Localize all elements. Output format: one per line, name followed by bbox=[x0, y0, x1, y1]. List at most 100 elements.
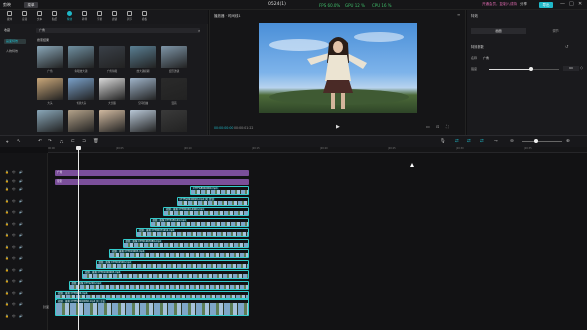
lock-icon[interactable]: 🔒 bbox=[5, 245, 9, 249]
toolbar-item[interactable]: 滤镜 bbox=[108, 11, 121, 21]
toolbar-item[interactable]: 媒体 bbox=[3, 11, 16, 21]
split-icon[interactable]: ⎍ bbox=[60, 139, 63, 145]
pointer-icon[interactable]: ↖ bbox=[17, 139, 21, 144]
visibility-icon[interactable]: 👁 bbox=[12, 245, 16, 249]
overlay-clip[interactable]: 视频 · 抠像 CTT002500.mp4 bbox=[95, 259, 249, 269]
toolbar-item[interactable]: 转场 bbox=[78, 11, 91, 21]
toolbar-item[interactable]: 模板 bbox=[138, 11, 151, 21]
zoom-slider-knob[interactable] bbox=[534, 139, 538, 143]
visibility-icon[interactable]: 👁 bbox=[12, 279, 16, 283]
intensity-slider-knob[interactable] bbox=[529, 67, 533, 71]
effect-thumb[interactable] bbox=[99, 110, 125, 137]
playhead-handle[interactable] bbox=[76, 146, 81, 150]
effect-thumb[interactable]: 大长腿 bbox=[99, 78, 125, 105]
visibility-icon[interactable]: 👁 bbox=[12, 268, 16, 272]
undo-icon[interactable]: ↶ bbox=[38, 139, 42, 144]
effect-thumb[interactable]: 卡通大头 bbox=[68, 78, 94, 105]
toolbar-item[interactable]: 音频 bbox=[18, 11, 31, 21]
toolbar-item[interactable]: 调节 bbox=[123, 11, 136, 21]
search-input[interactable]: 广角 bbox=[36, 28, 200, 33]
mic-icon[interactable]: 🎙 bbox=[440, 139, 446, 144]
effect-thumb[interactable] bbox=[161, 110, 187, 137]
overlay-clip[interactable]: 视频 · 抠像 CTT019003.mp4 bbox=[109, 249, 249, 258]
overlay-clip[interactable]: 视频 · 抠像 CTT3450-64.mp4 bbox=[149, 217, 249, 227]
lock-icon[interactable]: 🔒 bbox=[5, 187, 9, 191]
effect-thumb[interactable]: 空间扭曲 bbox=[130, 78, 156, 105]
audio-icon[interactable]: 🔊 bbox=[19, 245, 23, 249]
visibility-icon[interactable]: 👁 bbox=[12, 210, 16, 214]
effect-thumb[interactable]: 广角 bbox=[37, 46, 63, 73]
crop-icon[interactable]: ⊡ bbox=[436, 124, 439, 129]
overlay-clip[interactable]: 视频 · 抠像 CTT01020003.mp4 bbox=[82, 270, 249, 279]
effect-thumb[interactable]: 大头 bbox=[37, 78, 63, 105]
zoom-slider[interactable] bbox=[522, 141, 562, 142]
effect-thumb[interactable] bbox=[130, 110, 156, 137]
audio-icon[interactable]: 🔊 bbox=[19, 210, 23, 214]
select-icon[interactable]: ⌖ bbox=[6, 139, 9, 145]
visibility-icon[interactable]: 👁 bbox=[12, 170, 16, 174]
lock-icon[interactable]: 🔒 bbox=[5, 279, 9, 283]
audio-icon[interactable]: 🔊 bbox=[19, 279, 23, 283]
toolbar-item[interactable]: 贴纸 bbox=[48, 11, 61, 21]
audio-icon[interactable]: 🔊 bbox=[19, 268, 23, 272]
visibility-icon[interactable]: 👁 bbox=[12, 256, 16, 260]
main-video-track[interactable]: 视频 · 抠像 CTTFG8940060.mp4 [1] 主轨 bbox=[55, 298, 249, 316]
maximize-icon[interactable]: □ bbox=[569, 1, 574, 7]
audio-icon[interactable]: 🔊 bbox=[19, 222, 23, 226]
lock-icon[interactable]: 🔒 bbox=[5, 233, 9, 237]
lock-icon[interactable]: 🔒 bbox=[5, 291, 9, 295]
visibility-icon[interactable]: 👁 bbox=[12, 302, 16, 306]
effect-thumb[interactable] bbox=[37, 110, 63, 137]
share-button[interactable]: 分享 bbox=[520, 2, 527, 7]
effect-thumb[interactable] bbox=[68, 110, 94, 137]
overlay-clip[interactable]: 视频 · 抠像 CTT01067089.mp4 bbox=[122, 238, 249, 248]
effect-thumb[interactable]: 变形透镜 bbox=[161, 46, 187, 73]
effect-thumb[interactable]: 放大镜模糊 bbox=[130, 46, 156, 73]
split-right-icon[interactable]: ⊐ bbox=[82, 139, 86, 144]
preview-axis-icon[interactable]: ⊸ bbox=[494, 139, 498, 144]
audio-icon[interactable]: 🔊 bbox=[19, 256, 23, 260]
lock-icon[interactable]: 🔒 bbox=[5, 222, 9, 226]
zoom-out-icon[interactable]: ⊖ bbox=[510, 139, 514, 144]
lock-icon[interactable]: 🔒 bbox=[5, 210, 9, 214]
lock-icon[interactable]: 🔒 bbox=[5, 314, 9, 318]
effect-track-wideangle[interactable]: 广角 bbox=[55, 170, 249, 176]
menu-button[interactable]: 菜单 bbox=[24, 2, 38, 8]
audio-icon[interactable]: 🔊 bbox=[19, 302, 23, 306]
subtab-adjust[interactable]: 调节 bbox=[528, 28, 583, 34]
visibility-icon[interactable]: 👁 bbox=[12, 187, 16, 191]
lock-icon[interactable]: 🔒 bbox=[5, 302, 9, 306]
lock-icon[interactable]: 🔒 bbox=[5, 179, 9, 183]
visibility-icon[interactable]: 👁 bbox=[12, 314, 16, 318]
link-audio-icon[interactable]: ⇄ bbox=[467, 139, 471, 144]
intensity-value[interactable]: 60 bbox=[563, 66, 579, 71]
redo-icon[interactable]: ↷ bbox=[48, 139, 52, 144]
visibility-icon[interactable]: 👁 bbox=[12, 222, 16, 226]
audio-icon[interactable]: 🔊 bbox=[19, 314, 23, 318]
subtab-screen[interactable]: 画面 bbox=[471, 28, 526, 34]
lock-icon[interactable]: 🔒 bbox=[5, 199, 9, 203]
more-icon[interactable]: ≡ bbox=[457, 12, 460, 17]
reset-icon[interactable]: ↺ bbox=[565, 44, 568, 49]
video-preview[interactable] bbox=[259, 23, 417, 113]
member-button[interactable]: 开通会员，复制八成特 bbox=[482, 2, 517, 7]
overlay-clip[interactable]: CTTFG8940020.mp4 [2] 复制 bbox=[176, 196, 249, 206]
ratio-icon[interactable]: ▭ bbox=[426, 124, 430, 129]
toolbar-item[interactable]: 特效 bbox=[63, 11, 76, 21]
audio-icon[interactable]: 🔊 bbox=[19, 179, 23, 183]
visibility-icon[interactable]: 👁 bbox=[12, 179, 16, 183]
lock-icon[interactable]: 🔒 bbox=[5, 256, 9, 260]
lock-icon[interactable]: 🔒 bbox=[5, 268, 9, 272]
link-main-icon[interactable]: ⇄ bbox=[455, 139, 459, 144]
minimize-icon[interactable]: — bbox=[560, 1, 565, 7]
audio-icon[interactable]: 🔊 bbox=[19, 291, 23, 295]
keyframe-icon[interactable]: ◇ bbox=[580, 65, 583, 70]
effect-thumb[interactable]: 漫画 bbox=[161, 78, 187, 105]
cover-label[interactable]: 封面 bbox=[43, 305, 49, 309]
export-button[interactable]: 导出 bbox=[539, 2, 553, 8]
toolbar-item[interactable]: 字幕 bbox=[93, 11, 106, 21]
snap-icon[interactable]: ⇄ bbox=[480, 139, 484, 144]
visibility-icon[interactable]: 👁 bbox=[12, 291, 16, 295]
audio-icon[interactable]: 🔊 bbox=[19, 199, 23, 203]
overlay-clip[interactable]: CTTFG8940060.mp4 bbox=[190, 186, 249, 195]
